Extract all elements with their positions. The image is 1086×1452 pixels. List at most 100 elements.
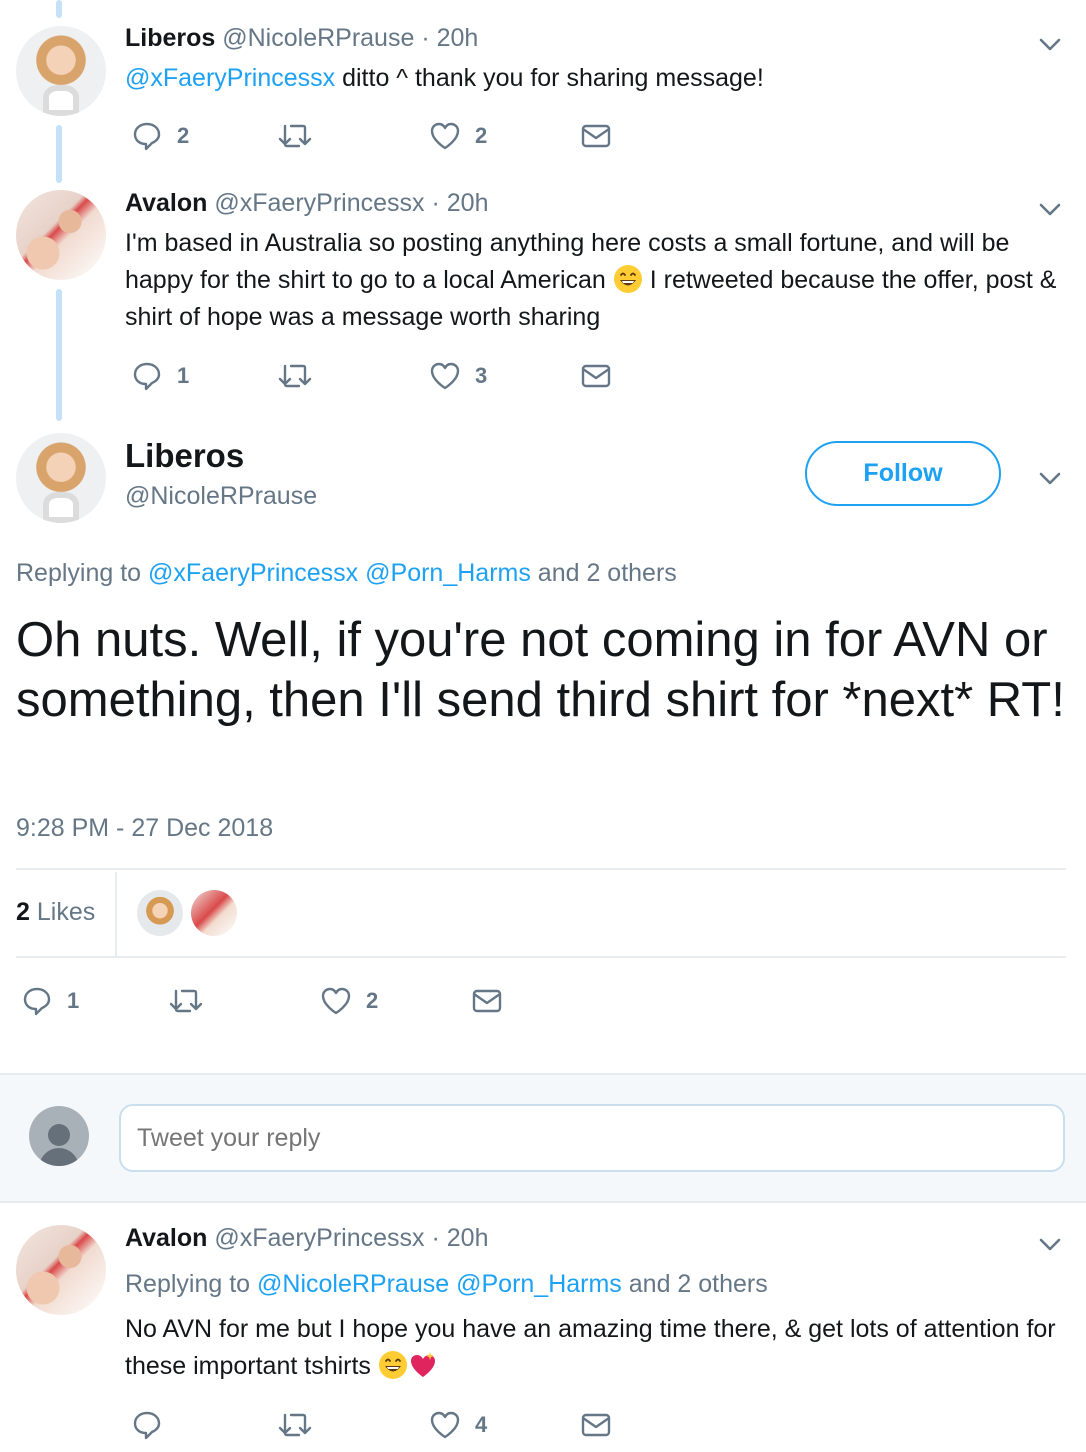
avatar-body [39,1148,79,1166]
like-count: 4 [475,1412,488,1437]
author-name[interactable]: Avalon [125,189,207,217]
tweet-header: Avalon @xFaeryPrincessx · 20h [125,1224,488,1253]
mention-link[interactable]: @Porn_Harms [456,1270,622,1298]
retweet-button[interactable] [277,1409,327,1441]
reply-button[interactable]: 1 [21,985,79,1017]
tweet-text: No AVN for me but I hope you have an ama… [125,1311,1058,1385]
mention-link[interactable]: @Porn_Harms [365,559,531,587]
dm-icon [472,989,502,1013]
replying-to: Replying to @xFaeryPrincessx @Porn_Harms… [16,559,677,588]
thread-line [56,289,62,421]
like-icon [430,1411,460,1439]
avatar-head [48,1124,70,1146]
chevron-down-icon[interactable] [1036,30,1064,58]
divider [115,872,117,956]
grinning-emoji-icon [613,265,642,293]
retweet-icon [169,989,203,1013]
retweet-icon [278,1413,312,1437]
tweet-header: Avalon @xFaeryPrincessx · 20h [125,189,488,218]
retweet-icon [278,364,312,388]
mention-link[interactable]: @xFaeryPrincessx [125,64,335,92]
sparkling-heart-icon [410,1352,435,1377]
chevron-down-icon[interactable] [1036,1230,1064,1258]
tweet-time[interactable]: 20h [447,1224,489,1252]
author-handle[interactable]: @xFaeryPrincessx [214,189,424,217]
mention-link[interactable]: @NicoleRPrause [257,1270,449,1298]
avatar[interactable] [16,26,106,116]
tweet-text: @xFaeryPrincessx ditto ^ thank you for s… [125,60,1058,97]
dm-button[interactable] [580,1409,612,1441]
grinning-emoji-icon [378,1351,407,1379]
tweet-text: I'm based in Australia so posting anythi… [125,225,1058,336]
reply-count: 1 [177,363,190,388]
replying-prefix: Replying to [125,1270,258,1298]
thread-line [56,0,62,18]
likes-label: Likes [36,898,96,926]
author-name[interactable]: Liberos [125,24,215,52]
retweet-icon [278,124,312,148]
chevron-down-icon[interactable] [1036,464,1064,492]
like-count: 2 [366,988,379,1013]
avatar[interactable] [16,190,106,280]
replying-to: Replying to @NicoleRPrause @Porn_Harms a… [125,1270,768,1299]
like-button[interactable]: 2 [429,120,487,152]
reply-icon [133,362,161,391]
separator: · [431,1224,440,1252]
replying-prefix: Replying to [16,559,149,587]
reply-button[interactable]: 1 [131,360,189,392]
tweet-text-part-1: No AVN for me but I hope you have an ama… [125,1315,1056,1380]
divider [16,956,1066,958]
retweet-button[interactable] [277,120,327,152]
author-handle[interactable]: @xFaeryPrincessx [214,1224,424,1252]
retweet-button[interactable] [277,360,327,392]
dm-button[interactable] [580,120,612,152]
divider [16,868,1066,870]
replying-suffix[interactable]: and 2 others [622,1270,768,1298]
reply-button[interactable] [131,1409,177,1441]
like-icon [321,987,351,1015]
tweet-time[interactable]: 20h [447,189,489,217]
like-button[interactable]: 2 [320,985,378,1017]
retweet-button[interactable] [168,985,218,1017]
mention-link[interactable]: @xFaeryPrincessx [148,559,358,587]
tweet-text-content: ditto ^ thank you for sharing message! [335,64,764,92]
like-icon [430,362,460,390]
like-icon [430,122,460,150]
avatar[interactable] [16,1225,106,1315]
avatar [29,1106,89,1166]
author-handle[interactable]: @NicoleRPrause [125,482,317,511]
like-button[interactable]: 3 [429,360,487,392]
reply-count: 1 [67,988,80,1013]
follow-button[interactable]: Follow [805,441,1001,506]
thread-line [56,125,62,183]
dm-button[interactable] [471,985,503,1017]
dm-icon [581,124,611,148]
chevron-down-icon[interactable] [1036,195,1064,223]
author-handle[interactable]: @NicoleRPrause [222,24,414,52]
separator: · [431,189,440,217]
reply-icon [133,122,161,151]
likes-summary[interactable]: 2 Likes [16,898,95,927]
tweet-time[interactable]: 20h [437,24,479,52]
like-button[interactable]: 4 [429,1409,487,1441]
liker-avatar[interactable] [137,890,183,936]
reply-input[interactable] [119,1104,1065,1172]
main-tweet-text: Oh nuts. Well, if you're not coming in f… [16,613,1065,727]
dm-icon [581,364,611,388]
reply-button[interactable]: 2 [131,120,189,152]
like-count: 2 [475,123,488,148]
tweet-header: Liberos @NicoleRPrause · 20h [125,24,478,53]
author-name[interactable]: Avalon [125,1224,207,1252]
like-count: 3 [475,363,488,388]
likes-count: 2 [16,898,30,926]
tweet-timestamp[interactable]: 9:28 PM - 27 Dec 2018 [16,814,273,843]
separator: · [421,24,430,52]
liker-avatar[interactable] [191,890,237,936]
author-name[interactable]: Liberos [125,437,244,475]
reply-icon [23,987,51,1016]
reply-icon [133,1411,161,1440]
avatar[interactable] [16,433,106,523]
reply-count: 2 [177,123,190,148]
replying-suffix[interactable]: and 2 others [531,559,677,587]
dm-button[interactable] [580,360,612,392]
